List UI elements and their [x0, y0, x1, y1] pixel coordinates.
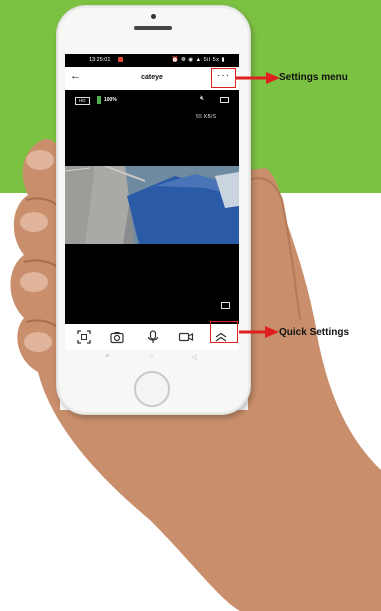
- battery-level: 100%: [104, 97, 117, 103]
- earpiece-speaker: [134, 26, 172, 30]
- video-area[interactable]: HD 100% 🔇︎ 55 KB/S: [65, 90, 239, 324]
- microphone-icon[interactable]: [145, 329, 161, 345]
- screenshot-icon[interactable]: [76, 329, 92, 345]
- bitrate-text: 55 KB/S: [196, 114, 217, 120]
- android-back-button[interactable]: ◁: [191, 353, 196, 361]
- video-record-icon[interactable]: [178, 329, 194, 345]
- recent-apps-button[interactable]: ≡: [105, 353, 109, 360]
- android-home-button[interactable]: ○: [149, 353, 153, 360]
- android-nav-bar: ≡ ○ ◁: [65, 350, 239, 366]
- speaker-mute-icon[interactable]: 🔇︎: [200, 95, 204, 103]
- battery-icon: [97, 96, 101, 104]
- home-button[interactable]: [134, 371, 170, 407]
- fullscreen-icon[interactable]: [220, 97, 229, 103]
- status-bar: 13:25:01 ⏰ ❁ ◉ ▲ 5il 5x ▮: [65, 54, 239, 67]
- status-icons: ⏰ ❁ ◉ ▲ 5il 5x ▮: [171, 57, 225, 63]
- settings-arrow: [236, 72, 280, 84]
- status-time: 13:25:01: [89, 57, 111, 63]
- quick-settings-arrow: [239, 326, 279, 338]
- quick-settings-label: Quick Settings: [279, 327, 350, 338]
- camera-icon[interactable]: [109, 329, 125, 345]
- front-camera: [151, 14, 156, 19]
- settings-highlight-box: [211, 68, 236, 88]
- notification-icon: [118, 57, 123, 62]
- phone-screen: 13:25:01 ⏰ ❁ ◉ ▲ 5il 5x ▮ ← cateye ··· H…: [65, 54, 239, 366]
- camera-feed: [65, 166, 239, 244]
- hd-badge[interactable]: HD: [75, 97, 90, 105]
- gallery-icon[interactable]: [221, 302, 230, 309]
- quick-settings-highlight-box: [210, 321, 238, 343]
- settings-menu-label: Settings menu: [279, 72, 348, 83]
